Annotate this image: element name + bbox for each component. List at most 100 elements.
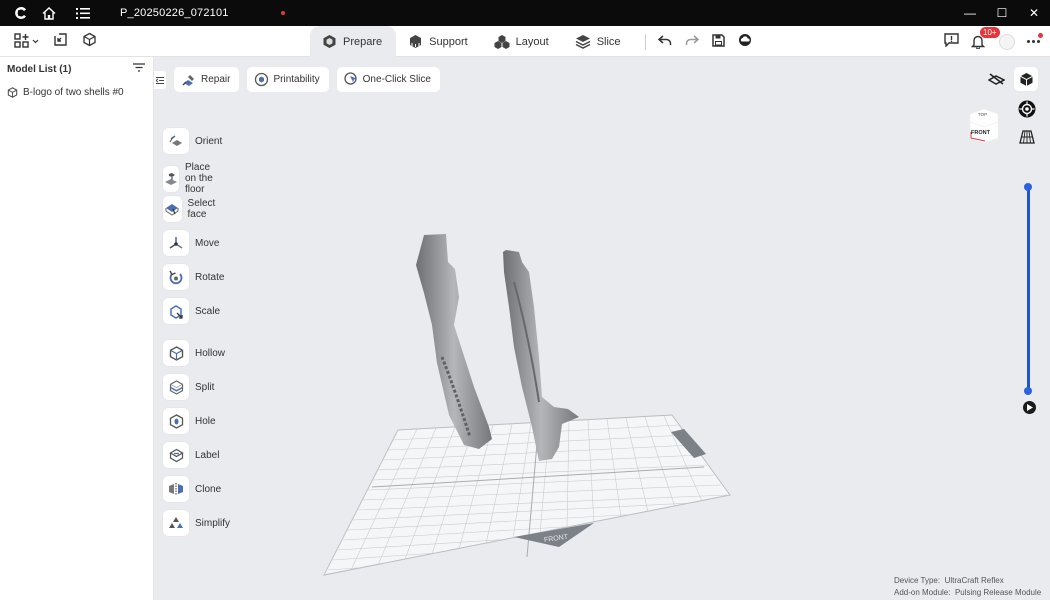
layer-slider-track[interactable] [1027,187,1030,392]
view-cube[interactable]: TOP FRONT [968,108,1000,144]
tool-label: Rotate [195,271,225,283]
target-icon [1018,100,1036,118]
close-button[interactable]: ✕ [1018,0,1050,26]
tool-orient[interactable]: Orient [163,128,222,154]
collapse-icon [156,76,164,84]
tab-label: Prepare [343,35,383,48]
play-preview-button[interactable] [1023,401,1036,414]
tab-layout[interactable]: Layout [482,26,563,57]
addon-module-label: Add-on Module: [894,588,951,597]
minimize-button[interactable]: — [954,0,986,26]
tab-slice[interactable]: Slice [563,26,635,57]
repair-button[interactable]: Repair [174,67,240,92]
one-click-slice-button[interactable]: One-Click Slice [336,67,440,92]
hollow-icon [169,345,183,361]
rotate-icon [169,270,183,284]
more-options-icon[interactable] [1027,33,1043,43]
menu-list-icon[interactable] [70,0,96,26]
tool-label: Hole [195,415,216,427]
model-name: B-logo of two shells #0 [23,87,124,98]
scale-icon [170,304,183,319]
tool-hollow[interactable]: Hollow [163,340,225,366]
app-logo-icon [8,0,34,26]
locate-button[interactable] [1015,97,1039,121]
project-title: P_20250226_072101 [120,7,229,19]
tool-select-face[interactable]: Select face [163,196,223,222]
one-click-slice-label: One-Click Slice [362,74,431,85]
split-icon [169,379,183,395]
save-icon[interactable] [711,33,725,50]
model-left-shell [416,234,492,449]
collapse-panel-button[interactable] [154,71,166,89]
tool-label: Clone [195,483,222,495]
hide-overlay-icon [987,73,1005,85]
move-icon [169,237,183,249]
tab-label: Slice [596,35,621,48]
tool-split[interactable]: Split [163,374,214,400]
title-bar: P_20250226_072101 — ☐ ✕ [0,0,1050,26]
select-face-icon [165,204,179,216]
layer-slider-top-handle[interactable] [1024,183,1032,191]
model-list-panel: Model List (1) B-logo of two shells #0 [0,57,154,600]
place-floor-icon [165,172,177,185]
tool-label-text: Label [195,449,220,461]
toggle-visibility-button[interactable] [984,67,1008,91]
unsaved-indicator [280,11,285,15]
avatar[interactable] [999,33,1015,50]
undo-icon[interactable] [657,34,672,49]
tool-label: Scale [195,305,221,317]
tool-place-floor[interactable]: Place on the floor [163,162,220,195]
tool-scale[interactable]: Scale [163,298,220,324]
play-icon [1026,404,1033,411]
clone-icon [169,483,183,495]
build-plate [323,414,731,576]
tool-hole[interactable]: Hole [163,408,216,434]
toolbar-divider [644,34,646,50]
filter-icon[interactable] [133,63,145,75]
printability-label: Printability [273,74,320,85]
slice-icon [575,35,591,49]
layer-slider-bottom-handle[interactable] [1024,387,1032,395]
tab-prepare[interactable]: Prepare [310,26,397,57]
view-cube-front-label: FRONT [971,130,991,136]
tool-label[interactable]: Label [163,442,219,468]
list-item[interactable]: B-logo of two shells #0 [0,81,153,104]
build-plate-scene: FRONT [323,234,731,576]
redo-icon[interactable] [685,34,699,49]
tool-label: Select face [187,198,216,220]
tab-label: Layout [515,35,549,48]
view-mode-button[interactable] [1014,67,1038,91]
tool-simplify[interactable]: Simplify [163,510,230,536]
main-toolbar: Prepare Support Layout Slice 10+ [0,26,1050,57]
repair-label: Repair [201,74,231,85]
solid-cube-icon [1019,72,1033,86]
import-icon[interactable] [53,32,68,50]
feedback-icon[interactable] [944,33,959,50]
printability-icon [255,72,269,87]
notifications-button[interactable]: 10+ [971,26,1000,57]
tool-label: Place on the floor [185,162,213,195]
tab-support[interactable]: Support [396,26,482,57]
3d-viewport[interactable]: FRONT Repair Printability One-Click Slic… [154,57,1050,600]
home-icon[interactable] [36,0,62,26]
device-type-label: Device Type: [894,576,941,585]
addon-module-value: Pulsing Release Module [954,588,1042,597]
notification-badge: 10+ [980,27,1000,38]
layout-icon [494,35,510,49]
tool-rotate[interactable]: Rotate [163,264,224,290]
tool-label: Orient [195,135,223,147]
view-cube-top-label: TOP [978,112,987,117]
printability-button[interactable]: Printability [247,67,329,92]
tool-move[interactable]: Move [163,230,219,256]
hole-icon [169,413,183,429]
model-cube-icon [7,87,18,98]
tool-clone[interactable]: Clone [163,476,221,502]
label-icon [168,448,184,462]
tool-label: Hollow [195,347,226,359]
model-library-icon[interactable] [82,32,97,50]
add-model-icon[interactable] [14,33,39,49]
cloud-upload-icon[interactable] [738,33,752,50]
maximize-button[interactable]: ☐ [986,0,1018,26]
grid-view-button[interactable] [1015,125,1039,149]
plate-grid-icon [1019,130,1035,144]
